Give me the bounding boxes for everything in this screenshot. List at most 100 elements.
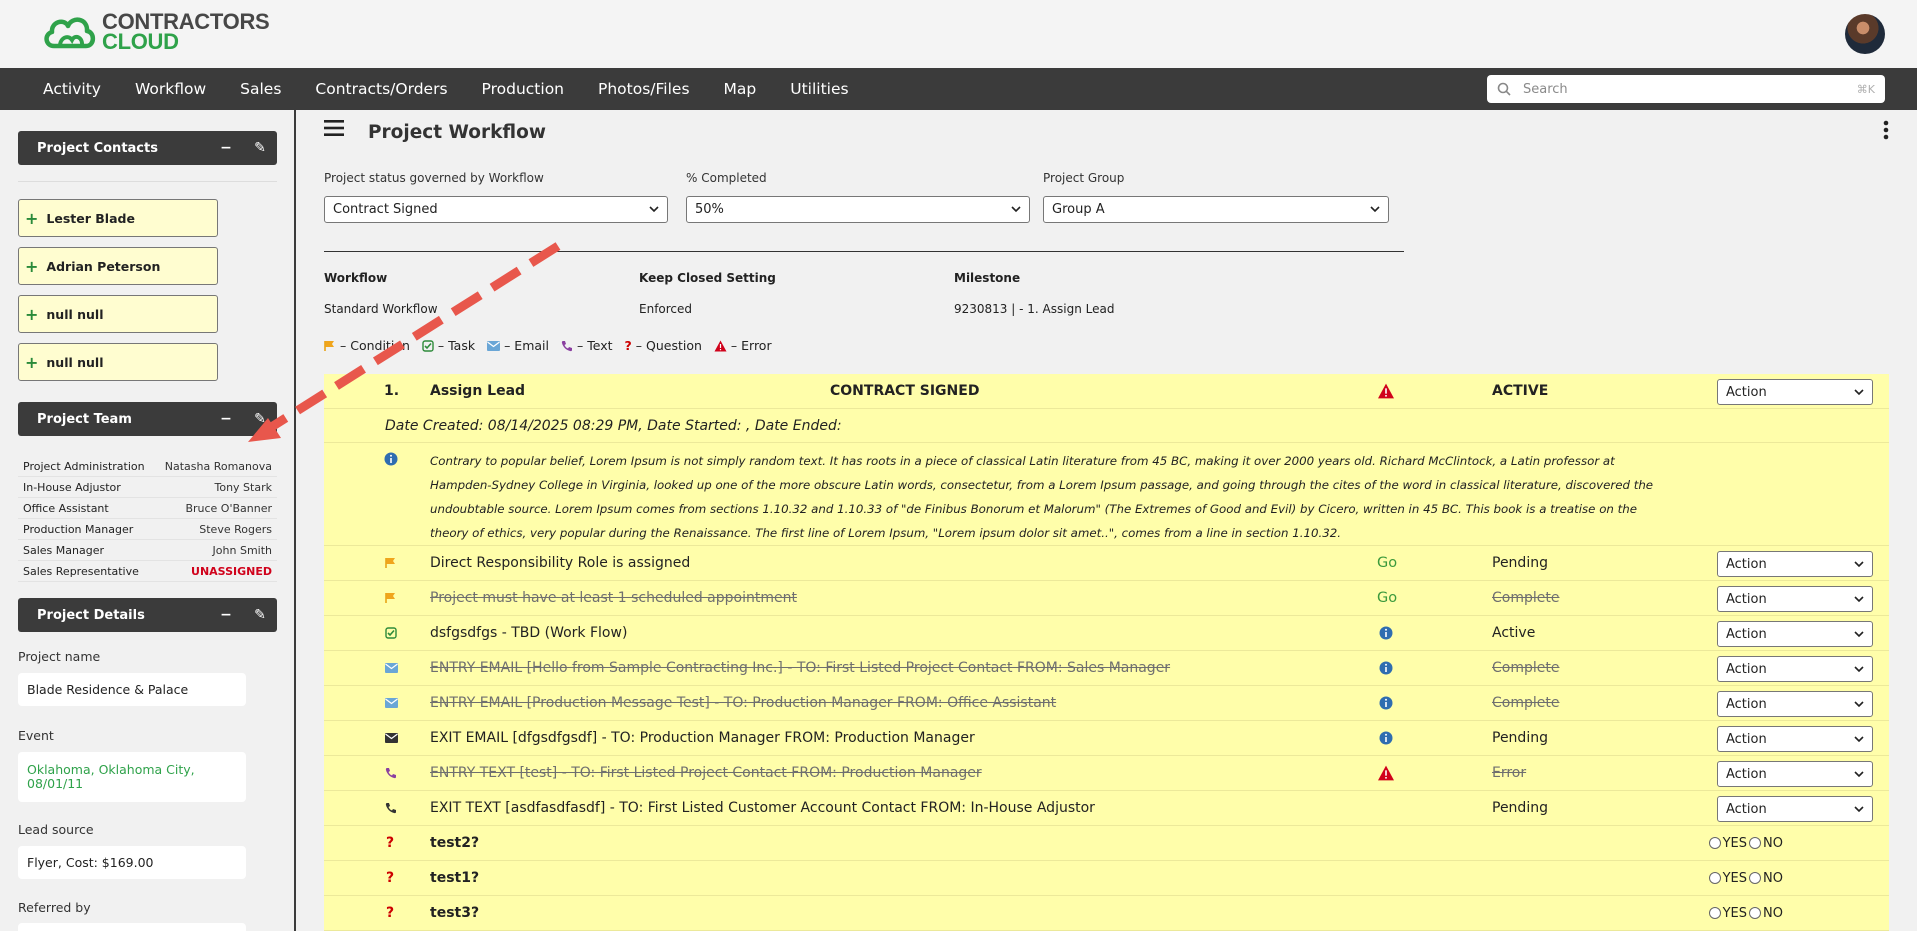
event-label: Event: [18, 728, 54, 743]
workflow-heading: Workflow: [324, 271, 388, 285]
contact-item[interactable]: + Adrian Peterson: [18, 247, 218, 285]
project-contacts-title: Project Contacts: [37, 140, 158, 156]
nav-map[interactable]: Map: [724, 80, 757, 98]
app-logo[interactable]: CONTRACTORS CLOUD: [42, 11, 270, 54]
yes-radio[interactable]: [1708, 872, 1721, 884]
edit-contacts-button[interactable]: ✎: [243, 131, 277, 165]
chevron-down-icon: [1011, 206, 1021, 213]
more-options-icon[interactable]: [1883, 120, 1889, 140]
legend-task: – Task: [437, 338, 476, 353]
item-status: Error: [1492, 765, 1527, 781]
team-member: Steve Rogers: [199, 522, 272, 536]
workflow-item-row: ENTRY EMAIL [Hello from Sample Contracti…: [324, 651, 1889, 686]
go-link[interactable]: Go: [1377, 546, 1397, 580]
main-nav: Activity Workflow Sales Contracts/Orders…: [0, 68, 1917, 110]
action-select[interactable]: Action: [1717, 379, 1873, 405]
nav-photos-files[interactable]: Photos/Files: [598, 80, 690, 98]
hamburger-menu-icon[interactable]: [324, 120, 344, 136]
edit-team-button[interactable]: ✎: [243, 402, 277, 436]
nav-production[interactable]: Production: [482, 80, 564, 98]
project-name-field[interactable]: Blade Residence & Palace: [18, 673, 246, 706]
go-link[interactable]: Go: [1377, 581, 1397, 615]
action-label: Action: [1726, 801, 1767, 817]
no-radio[interactable]: [1749, 907, 1762, 919]
action-select[interactable]: Action: [1717, 656, 1873, 682]
completed-select[interactable]: 50%: [686, 196, 1030, 223]
workflow-item-row: EXIT EMAIL [dfgsdfgsdf] - TO: Production…: [324, 721, 1889, 756]
no-radio[interactable]: [1749, 872, 1762, 884]
chevron-down-icon: [1854, 700, 1864, 707]
logo-line-2: CLOUD: [102, 29, 179, 54]
top-header: CONTRACTORS CLOUD: [0, 0, 1917, 68]
action-select[interactable]: Action: [1717, 796, 1873, 822]
nav-contracts-orders[interactable]: Contracts/Orders: [315, 80, 447, 98]
chevron-down-icon: [1854, 595, 1864, 602]
step-number: 1.: [384, 383, 400, 399]
item-text: EXIT EMAIL [dfgsdfgsdf] - TO: Production…: [430, 730, 975, 746]
action-select[interactable]: Action: [1717, 621, 1873, 647]
yes-radio[interactable]: [1708, 907, 1721, 919]
nav-sales[interactable]: Sales: [240, 80, 281, 98]
question-text: test3?: [430, 905, 480, 921]
project-contacts-header: Project Contacts − ✎: [18, 131, 277, 165]
team-role: In-House Adjustor: [23, 480, 121, 494]
question-icon: ?: [386, 905, 395, 921]
pencil-icon: ✎: [254, 411, 266, 427]
collapse-team-button[interactable]: −: [209, 402, 243, 436]
step-name: Assign Lead: [430, 383, 526, 399]
referred-by-field[interactable]: [18, 923, 246, 931]
search-input[interactable]: Search ⌘K: [1487, 75, 1885, 103]
team-role: Office Assistant: [23, 501, 109, 515]
team-row: Production Manager Steve Rogers: [18, 519, 277, 540]
nav-utilities[interactable]: Utilities: [790, 80, 848, 98]
milestone-value: 9230813 | - 1. Assign Lead: [954, 302, 1115, 316]
info-icon[interactable]: [1379, 616, 1393, 650]
nav-workflow[interactable]: Workflow: [135, 80, 206, 98]
collapse-details-button[interactable]: −: [209, 598, 243, 632]
info-icon[interactable]: [1379, 686, 1393, 720]
edit-details-button[interactable]: ✎: [243, 598, 277, 632]
event-field[interactable]: Oklahoma, Oklahoma City, 08/01/11: [18, 752, 246, 802]
milestone-heading: Milestone: [954, 271, 1021, 285]
minus-icon: −: [220, 411, 232, 427]
contact-item[interactable]: + Lester Blade: [18, 199, 218, 237]
item-text: ENTRY TEXT [test] - TO: First Listed Pro…: [430, 765, 982, 781]
question-row: ? test1? YES NO: [324, 861, 1889, 896]
team-role: Production Manager: [23, 522, 134, 536]
question-text: test1?: [430, 870, 480, 886]
team-role: Project Administration: [23, 459, 145, 473]
yes-radio[interactable]: [1708, 837, 1721, 849]
item-status: Pending: [1492, 800, 1548, 816]
item-text: Project must have at least 1 scheduled a…: [430, 590, 797, 606]
action-select[interactable]: Action: [1717, 586, 1873, 612]
lead-source-field[interactable]: Flyer, Cost: $169.00: [18, 846, 246, 879]
phone-icon: [385, 791, 397, 825]
contact-item[interactable]: + null null: [18, 295, 218, 333]
project-group-select[interactable]: Group A: [1043, 196, 1389, 223]
envelope-icon: [385, 651, 398, 685]
team-member: Natasha Romanova: [164, 459, 272, 473]
plus-icon: +: [25, 352, 39, 372]
action-select[interactable]: Action: [1717, 761, 1873, 787]
user-avatar[interactable]: [1845, 14, 1885, 54]
workflow-item-row: Direct Responsibility Role is assigned G…: [324, 546, 1889, 581]
team-role: Sales Representative: [23, 564, 139, 578]
action-select[interactable]: Action: [1717, 691, 1873, 717]
chevron-down-icon: [1854, 805, 1864, 812]
info-icon[interactable]: [1379, 651, 1393, 685]
contact-item[interactable]: + null null: [18, 343, 218, 381]
project-status-select[interactable]: Contract Signed: [324, 196, 668, 223]
section-divider: [324, 251, 1404, 252]
action-label: Action: [1726, 384, 1767, 400]
contact-name: null null: [46, 354, 104, 370]
nav-activity[interactable]: Activity: [43, 80, 101, 98]
action-select[interactable]: Action: [1717, 551, 1873, 577]
legend-email: – Email: [504, 338, 549, 353]
action-select[interactable]: Action: [1717, 726, 1873, 752]
info-icon[interactable]: [1379, 721, 1393, 755]
keep-closed-value: Enforced: [639, 302, 693, 316]
no-radio[interactable]: [1749, 837, 1762, 849]
collapse-contacts-button[interactable]: −: [209, 131, 243, 165]
project-team-title: Project Team: [37, 411, 132, 427]
pencil-icon: ✎: [254, 140, 266, 156]
